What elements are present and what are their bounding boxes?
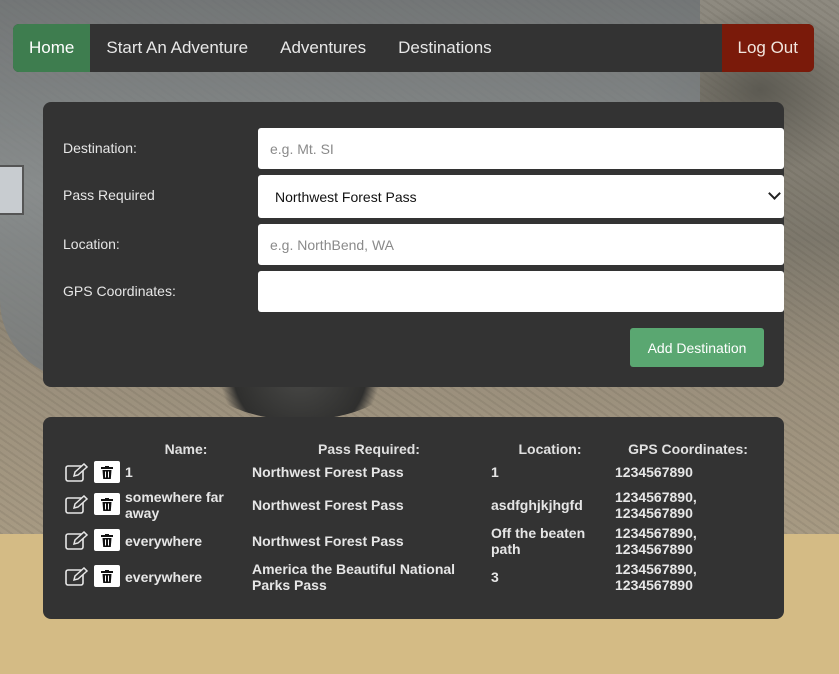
cell-gps: 1234567890, 1234567890 bbox=[615, 525, 697, 557]
location-label: Location: bbox=[63, 236, 120, 252]
gps-row: GPS Coordinates: bbox=[63, 271, 784, 312]
edit-icon[interactable] bbox=[65, 462, 89, 483]
trash-icon bbox=[101, 465, 113, 479]
add-destination-button[interactable]: Add Destination bbox=[630, 328, 764, 367]
cell-pass: Northwest Forest Pass bbox=[252, 497, 404, 513]
nav-destinations[interactable]: Destinations bbox=[382, 24, 508, 72]
logout-button[interactable]: Log Out bbox=[721, 24, 814, 72]
add-destination-form: Destination: Pass Required Northwest For… bbox=[43, 102, 784, 387]
cell-gps: 1234567890, 1234567890 bbox=[615, 561, 697, 593]
cell-name: somewhere far away bbox=[125, 489, 224, 521]
cell-location: asdfghjkjhgfd bbox=[491, 497, 583, 513]
edit-icon[interactable] bbox=[65, 566, 89, 587]
pass-label: Pass Required bbox=[63, 187, 155, 203]
nav-adventures[interactable]: Adventures bbox=[264, 24, 382, 72]
destination-input[interactable] bbox=[258, 128, 784, 169]
nav-home[interactable]: Home bbox=[13, 24, 91, 72]
header-gps: GPS Coordinates: bbox=[628, 441, 748, 457]
edit-icon[interactable] bbox=[65, 530, 89, 551]
gps-input[interactable] bbox=[258, 271, 784, 312]
cell-name: 1 bbox=[125, 464, 133, 480]
nav-start-adventure[interactable]: Start An Adventure bbox=[90, 24, 264, 72]
chevron-down-icon bbox=[768, 187, 781, 200]
edit-icon[interactable] bbox=[65, 494, 89, 515]
gps-label: GPS Coordinates: bbox=[63, 283, 176, 299]
cell-gps: 1234567890, 1234567890 bbox=[615, 489, 697, 521]
cell-location: Off the beaten path bbox=[491, 525, 586, 557]
trash-icon bbox=[101, 533, 113, 547]
pass-select[interactable]: Northwest Forest Pass bbox=[258, 175, 784, 218]
cell-name: everywhere bbox=[125, 569, 203, 585]
trash-icon bbox=[101, 497, 113, 511]
background-license-plate bbox=[0, 165, 24, 215]
cell-location: 3 bbox=[491, 569, 499, 585]
pass-row: Pass Required Northwest Forest Pass bbox=[63, 175, 784, 218]
cell-location: 1 bbox=[491, 464, 499, 480]
trash-icon bbox=[101, 569, 113, 583]
destinations-table: Name: Pass Required: Location: GPS Coord… bbox=[43, 417, 784, 619]
cell-gps: 1234567890 bbox=[615, 464, 693, 480]
location-row: Location: bbox=[63, 224, 784, 265]
header-name: Name: bbox=[164, 441, 208, 457]
header-location: Location: bbox=[518, 441, 582, 457]
top-nav: Home Start An Adventure Adventures Desti… bbox=[13, 24, 814, 72]
destination-label: Destination: bbox=[63, 140, 137, 156]
delete-button[interactable] bbox=[94, 493, 120, 515]
delete-button[interactable] bbox=[94, 461, 120, 483]
cell-name: everywhere bbox=[125, 533, 203, 549]
header-pass: Pass Required: bbox=[318, 441, 420, 457]
delete-button[interactable] bbox=[94, 529, 120, 551]
cell-pass: Northwest Forest Pass bbox=[252, 464, 404, 480]
cell-pass: America the Beautiful National Parks Pas… bbox=[252, 561, 456, 593]
location-input[interactable] bbox=[258, 224, 784, 265]
destination-row: Destination: bbox=[63, 128, 784, 169]
delete-button[interactable] bbox=[94, 565, 120, 587]
pass-select-value: Northwest Forest Pass bbox=[275, 188, 417, 205]
cell-pass: Northwest Forest Pass bbox=[252, 533, 404, 549]
